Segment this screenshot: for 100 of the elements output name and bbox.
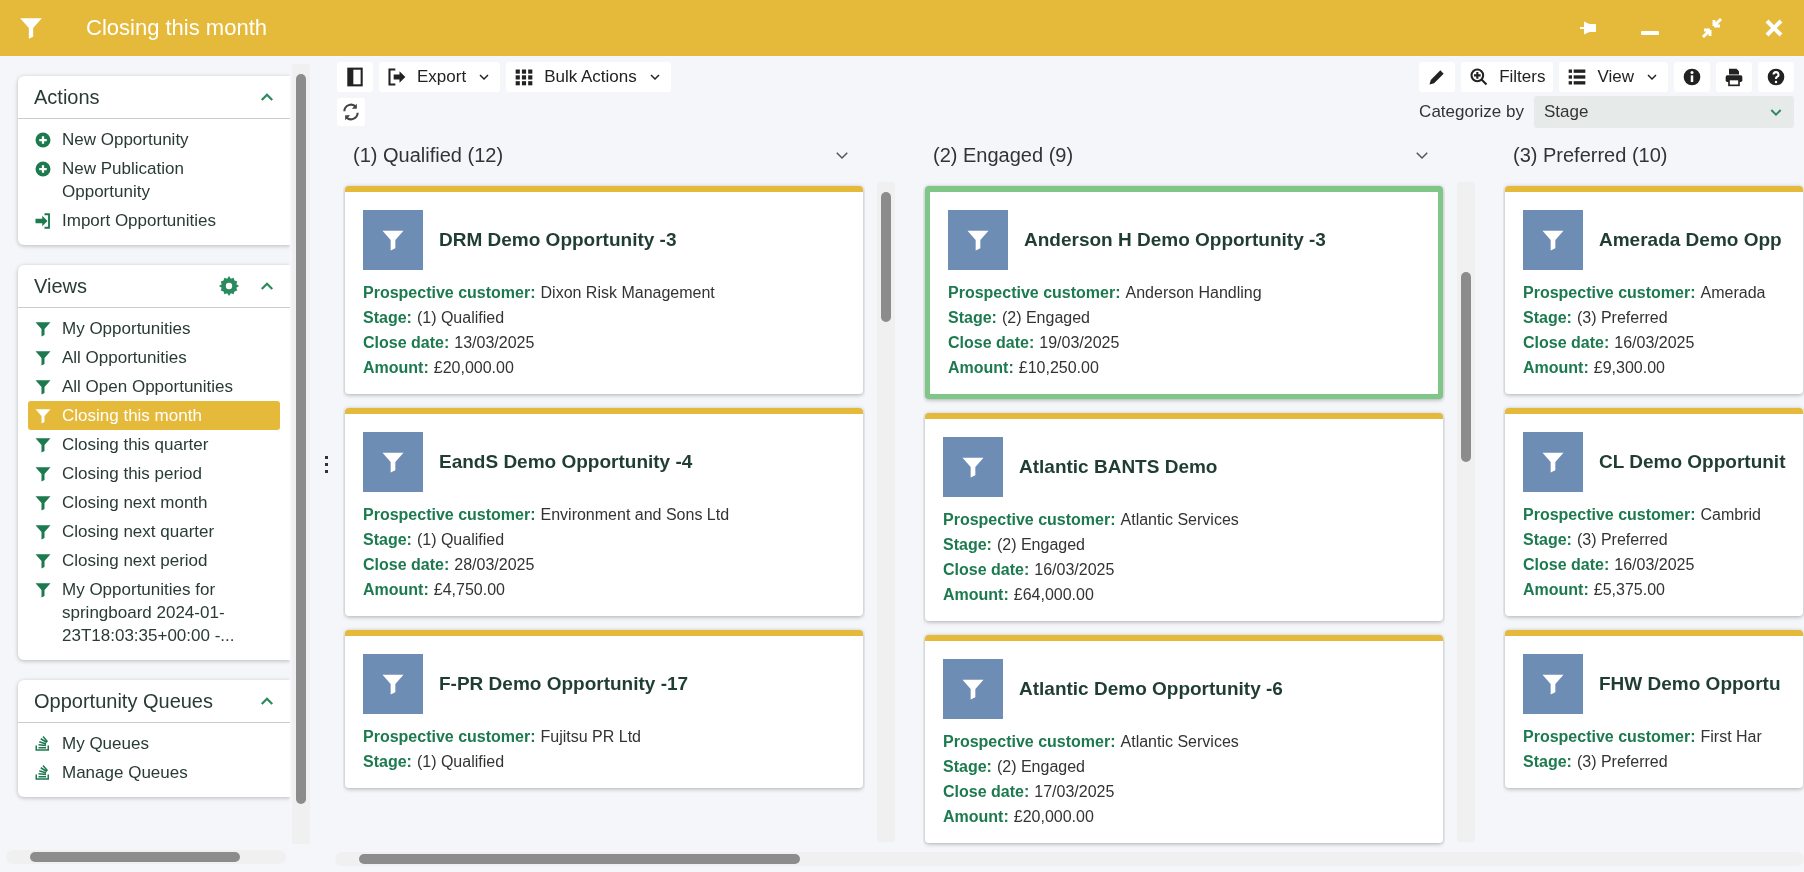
refresh-icon	[341, 102, 361, 122]
opportunity-card[interactable]: Atlantic BANTS Demo Prospective customer: Atlantic Services Stage: (2) Engaged Close date: 16/03/2025 Amount: £64,000.00	[925, 413, 1443, 621]
card-title: DRM Demo Opportunity -3	[439, 229, 677, 251]
sidebar-item[interactable]: Closing this quarter	[28, 430, 280, 459]
plus-circle-icon	[34, 131, 52, 149]
stack-icon	[34, 735, 52, 753]
sidebar-item[interactable]: Closing next month	[28, 488, 280, 517]
scrollbar[interactable]	[292, 64, 310, 844]
plus-circle-icon	[34, 160, 52, 178]
sidebar-item[interactable]: New Opportunity	[28, 125, 280, 154]
opportunity-card[interactable]: Anderson H Demo Opportunity -3 Prospective customer: Anderson Handling Stage: (2) Engaged Close date: 19/03/2025 Amount: £10,250.00	[925, 186, 1443, 399]
import-arrow-icon	[34, 212, 52, 230]
grid-icon	[514, 67, 535, 87]
card-title: EandS Demo Opportunity -4	[439, 451, 693, 473]
sidebar-item[interactable]: My Opportunities	[28, 314, 280, 343]
column-title: (1) Qualified (12)	[353, 143, 504, 167]
field-label: Stage:	[1523, 753, 1572, 770]
field-label: Amount:	[363, 359, 429, 376]
field-label: Stage:	[943, 758, 992, 775]
toolbar-button[interactable]: Filters	[1461, 62, 1554, 92]
sidebar-item[interactable]: Closing this period	[28, 459, 280, 488]
filter-icon	[34, 494, 52, 512]
opportunity-card[interactable]: CL Demo Opportunit Prospective customer: Cambrid Stage: (3) Preferred Close date: 16/03/2025 Amount: £5,375.00	[1505, 408, 1803, 616]
field-value: 16/03/2025	[1614, 334, 1695, 351]
field-label: Prospective customer:	[1523, 728, 1696, 745]
toolbar-icon-button[interactable]	[337, 62, 373, 92]
sidebar-item[interactable]: Manage Queues	[28, 758, 280, 787]
field-label: Close date:	[943, 561, 1030, 578]
card-title: Anderson H Demo Opportunity -3	[1024, 229, 1326, 251]
toolbar-button[interactable]: View	[1559, 62, 1668, 92]
help-icon	[1766, 67, 1786, 87]
field-label: Stage:	[363, 309, 412, 326]
field-value: Fujitsu PR Ltd	[540, 728, 641, 745]
field-value: (1) Qualified	[416, 531, 505, 548]
card-title: Atlantic Demo Opportunity -6	[1019, 678, 1283, 700]
sidebar-item[interactable]: Import Opportunities	[28, 206, 280, 235]
opportunity-card[interactable]: Amerada Demo Opp Prospective customer: Amerada Stage: (3) Preferred Close date: 16/03/2025 Amount: £9,300.00	[1505, 186, 1803, 394]
stack-icon	[34, 764, 52, 782]
panel-title: Opportunity Queues	[34, 689, 213, 713]
field-value: £4,750.00	[433, 581, 505, 598]
filter-icon	[34, 320, 52, 338]
opportunity-card[interactable]: Atlantic Demo Opportunity -6 Prospective customer: Atlantic Services Stage: (2) Engaged Close date: 17/03/2025 Amount: £20,000.00	[925, 635, 1443, 843]
sidebar-item[interactable]: New Publication Opportunity	[28, 154, 280, 206]
field-label: Prospective customer:	[948, 284, 1121, 301]
toolbar-icon-button[interactable]	[1674, 62, 1710, 92]
print-icon	[1724, 67, 1744, 87]
field-value: (3) Preferred	[1576, 531, 1668, 548]
column-title: (2) Engaged (9)	[933, 143, 1074, 167]
field-value: (1) Qualified	[416, 753, 505, 770]
field-label: Stage:	[943, 536, 992, 553]
field-label: Amount:	[948, 359, 1014, 376]
field-label: Amount:	[363, 581, 429, 598]
field-value: £20,000.00	[433, 359, 514, 376]
info-icon	[1682, 67, 1702, 87]
field-label: Close date:	[363, 334, 450, 351]
list-icon	[1567, 67, 1588, 87]
sidebar-item[interactable]: Closing next period	[28, 546, 280, 575]
field-label: Close date:	[1523, 556, 1610, 573]
zoom-in-icon	[1469, 67, 1490, 87]
field-value: £10,250.00	[1018, 359, 1099, 376]
sidebar-item[interactable]: All Open Opportunities	[28, 372, 280, 401]
opportunity-card[interactable]: DRM Demo Opportunity -3 Prospective customer: Dixon Risk Management Stage: (1) Qualified Close date: 13/03/2025 Amount: £20,000.00	[345, 186, 863, 394]
settings-icon[interactable]	[218, 275, 240, 297]
field-value: First Har	[1700, 728, 1762, 745]
sidebar-item[interactable]: My Opportunities for springboard 2024-01-23T18:03:35+00:00 -...	[28, 575, 280, 650]
categorize-label: Categorize by	[1419, 102, 1524, 122]
opportunity-card[interactable]: F-PR Demo Opportunity -17 Prospective customer: Fujitsu PR Ltd Stage: (1) Qualified	[345, 630, 863, 788]
opportunity-card[interactable]: EandS Demo Opportunity -4 Prospective customer: Environment and Sons Ltd Stage: (1) Qualified Close date: 28/03/2025 Amount: £4,750.00	[345, 408, 863, 616]
export-arrow-icon	[387, 67, 407, 87]
field-label: Prospective customer:	[363, 506, 536, 523]
sidebar-item[interactable]: All Opportunities	[28, 343, 280, 372]
field-value: (2) Engaged	[996, 758, 1085, 775]
filter-icon	[34, 465, 52, 483]
toolbar-button[interactable]: Export	[379, 62, 501, 92]
field-value: 19/03/2025	[1039, 334, 1120, 351]
scrollbar[interactable]	[335, 852, 1804, 866]
field-value: (3) Preferred	[1576, 309, 1668, 326]
categorize-select[interactable]: Stage	[1534, 96, 1794, 128]
field-label: Stage:	[948, 309, 997, 326]
opportunity-card[interactable]: FHW Demo Opportu Prospective customer: First Har Stage: (3) Preferred	[1505, 630, 1803, 788]
scrollbar[interactable]	[1457, 182, 1475, 842]
column-title: (3) Preferred (10)	[1513, 143, 1668, 167]
field-label: Prospective customer:	[943, 733, 1116, 750]
field-value: Cambrid	[1700, 506, 1761, 523]
toolbar-button[interactable]: Bulk Actions	[506, 62, 671, 92]
field-label: Stage:	[1523, 531, 1572, 548]
filter-icon	[34, 523, 52, 541]
field-value: 28/03/2025	[454, 556, 535, 573]
refresh-button[interactable]	[337, 98, 365, 126]
scrollbar[interactable]	[6, 850, 286, 864]
field-value: £20,000.00	[1013, 808, 1094, 825]
card-title: Atlantic BANTS Demo	[1019, 456, 1218, 478]
toolbar-icon-button[interactable]	[1758, 62, 1794, 92]
toolbar-icon-button[interactable]	[1419, 62, 1456, 92]
sidebar-item[interactable]: Closing next quarter	[28, 517, 280, 546]
sidebar-item[interactable]: My Queues	[28, 729, 280, 758]
scrollbar[interactable]	[877, 182, 895, 842]
toolbar-icon-button[interactable]	[1716, 62, 1752, 92]
field-value: (2) Engaged	[996, 536, 1085, 553]
card-title: Amerada Demo Opp	[1599, 229, 1782, 251]
